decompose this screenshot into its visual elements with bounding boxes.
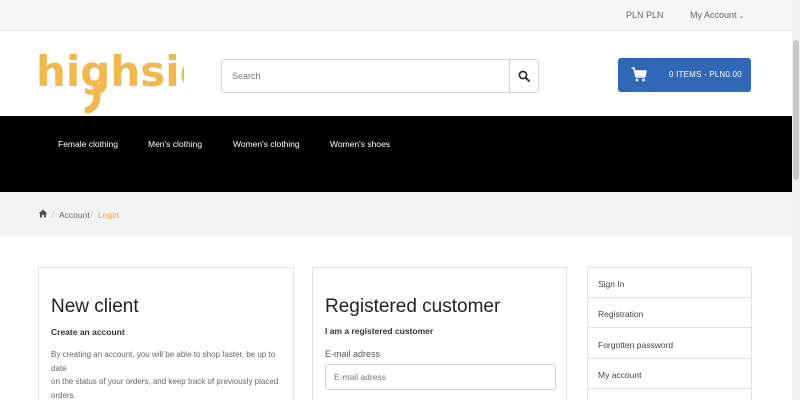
breadcrumb-separator: / [91,210,94,219]
menu-item-forgotten-password[interactable]: Forgotten password [588,329,751,359]
breadcrumb: / Account / Login [0,192,800,237]
cart-button[interactable]: 0 ITEMS - PLN0.00 [618,58,751,92]
description-line: on the status of your orders, and keep t… [51,377,279,386]
nav-item-female-clothing[interactable]: Female clothing [58,139,118,149]
header: highsid 0 ITEMS - PLN0.00 [0,31,800,116]
my-account-label: My Account [690,10,737,20]
description-line: orders. [51,390,76,400]
registered-customer-panel: Registered customer I am a registered cu… [312,267,567,400]
new-client-panel: New client Create an account By creating… [38,267,294,400]
search-button[interactable] [509,60,538,92]
menu-item-sign-in[interactable]: Sign In [588,268,751,298]
cart-summary: 0 ITEMS - PLN0.00 [669,70,742,79]
nav-item-mens-clothing[interactable]: Men's clothing [148,139,202,149]
menu-item-registration[interactable]: Registration [588,298,751,328]
account-side-menu: Sign In Registration Forgotten password … [587,267,752,400]
registered-customer-title: Registered customer [325,296,501,317]
new-client-title: New client [51,296,139,317]
currency-selector[interactable]: PLN PLN [626,10,664,20]
nav-item-womens-shoes[interactable]: Women's shoes [330,139,390,149]
my-account-dropdown[interactable]: My Account ⌄ [690,10,744,20]
registered-customer-subtitle: I am a registered customer [325,326,434,336]
scrollbar-thumb[interactable] [793,40,799,180]
top-bar: PLN PLN My Account ⌄ [0,0,800,31]
search-input[interactable] [222,60,510,92]
shopping-cart-icon [631,67,647,82]
email-label: E-mail adress [325,349,381,359]
menu-item-my-account[interactable]: My account [588,359,751,389]
page-scrollbar[interactable] [792,0,800,400]
chevron-down-icon: ⌄ [738,13,745,20]
logo-wordmark: highsid [36,47,184,96]
breadcrumb-account[interactable]: Account [59,210,90,220]
home-icon[interactable] [38,209,48,218]
main-nav: Female clothing Men's clothing Women's c… [0,116,800,192]
description-line: By creating an account, you will be able… [51,350,276,373]
site-logo[interactable]: highsid [34,34,184,114]
breadcrumb-login: Login [98,210,119,220]
search-icon [518,70,530,82]
nav-item-womens-clothing[interactable]: Women's clothing [233,139,300,149]
new-client-subtitle: Create an account [51,327,125,337]
new-client-description: By creating an account, you will be able… [51,348,291,400]
email-field[interactable] [325,364,556,390]
search-box [221,59,539,93]
breadcrumb-separator: / [52,210,55,219]
